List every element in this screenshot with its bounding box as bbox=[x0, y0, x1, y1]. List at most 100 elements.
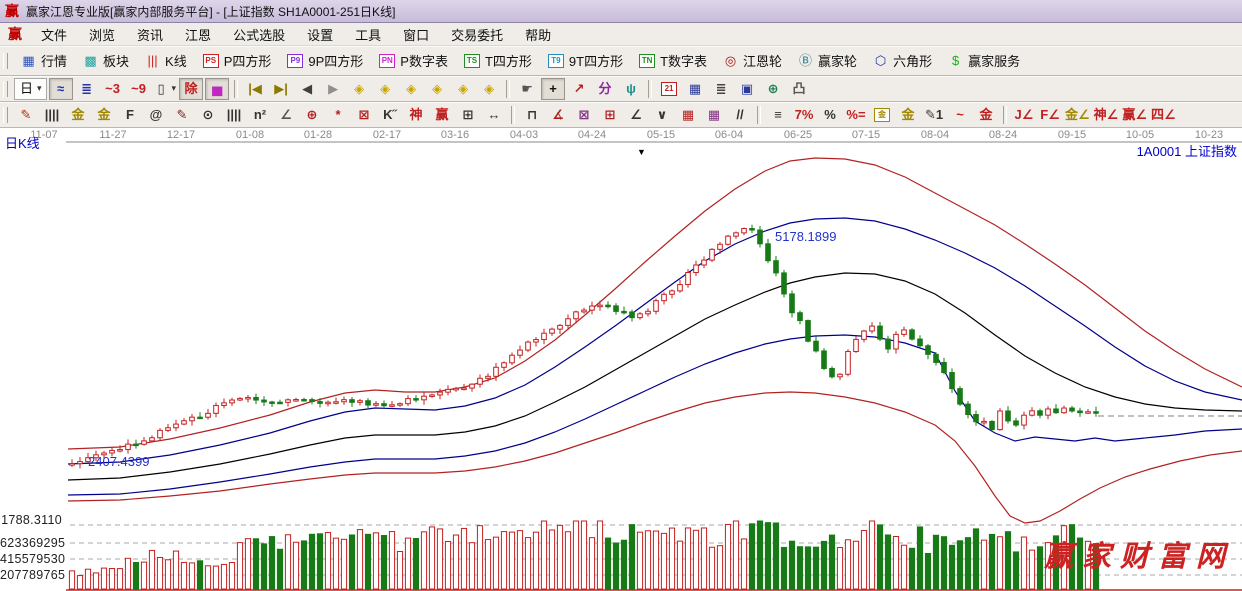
navtool-wave-3[interactable]: ~3 bbox=[101, 78, 125, 100]
navtool-color-bars[interactable]: ▅ bbox=[205, 78, 229, 100]
navtool-fen-tool[interactable]: 分 bbox=[593, 78, 617, 100]
navtool-candle-type[interactable]: ▯ ▾ bbox=[153, 78, 178, 100]
navtool-info-panel[interactable]: ≣ bbox=[75, 78, 99, 100]
navtool-analysis-tool[interactable]: ψ bbox=[619, 78, 643, 100]
drawtool-v-wave[interactable]: ∨ bbox=[650, 104, 674, 126]
drawtool-golden-lines[interactable]: 金 bbox=[896, 104, 920, 126]
drawtool-icon: ∨ bbox=[655, 107, 670, 122]
drawtool-red-grid[interactable]: ▦ bbox=[676, 104, 700, 126]
toolbar-sectors[interactable]: ▩ 板块 bbox=[75, 48, 137, 73]
navtool-segment-tool[interactable]: ↗ bbox=[567, 78, 591, 100]
toolbar-winner-wheel[interactable]: Ⓑ 赢家轮 bbox=[790, 48, 865, 73]
toolbar-hexagon[interactable]: ⬡ 六角形 bbox=[865, 48, 940, 73]
toolbar-p-square[interactable]: PS P四方形 bbox=[195, 48, 280, 73]
navtool-zoom-out[interactable]: ◈ bbox=[451, 78, 475, 100]
chart-canvas[interactable]: 11-0711-2712-1701-0801-2802-1703-1604-03… bbox=[0, 128, 1242, 591]
drawtool-ruler-grid[interactable]: ⊞ bbox=[456, 104, 480, 126]
menu-item-news[interactable]: 资讯 bbox=[126, 23, 174, 46]
drawtool-draw-pen[interactable]: ✎ bbox=[14, 104, 38, 126]
navtool-zigzag-view[interactable]: ≈ bbox=[49, 78, 73, 100]
drawtool-percent-line[interactable]: %= bbox=[844, 104, 868, 126]
drawtool-shen-angle[interactable]: 神∠ bbox=[1093, 104, 1120, 126]
drawtool-price-lines[interactable]: |||| bbox=[222, 104, 246, 126]
navtool-pan-left[interactable]: ◈ bbox=[347, 78, 371, 100]
drawtool-percent[interactable]: % bbox=[818, 104, 842, 126]
drawtool-time-cycle[interactable]: ⊙ bbox=[196, 104, 220, 126]
navtool-calendar[interactable]: 21 bbox=[657, 78, 681, 100]
drawtool-f-angle[interactable]: F∠ bbox=[1038, 104, 1062, 126]
menu-item-browse[interactable]: 浏览 bbox=[78, 23, 126, 46]
navtool-web-page[interactable]: ⊕ bbox=[761, 78, 785, 100]
drawtool-measure-width[interactable]: ↔ bbox=[482, 104, 506, 126]
drawtool-frame-tool[interactable]: ⊓ bbox=[520, 104, 544, 126]
drawtool-golden-grid-1[interactable]: 金 bbox=[66, 104, 90, 126]
drawtool-angle-lines[interactable]: ∠ bbox=[624, 104, 648, 126]
toolbar-quotes[interactable]: ▦ 行情 bbox=[13, 48, 75, 73]
toolbar-t-number-table[interactable]: TN T数字表 bbox=[631, 48, 715, 73]
drawtool-parallel-slant[interactable]: // bbox=[728, 104, 752, 126]
navtool-first-page[interactable]: |◀ bbox=[243, 78, 267, 100]
drawtool-ray-fan[interactable]: ∡ bbox=[546, 104, 570, 126]
drawtool-star-rays[interactable]: * bbox=[326, 104, 350, 126]
navtool-calculator[interactable]: ▦ bbox=[683, 78, 707, 100]
navtool-hand-tool[interactable]: ☛ bbox=[515, 78, 539, 100]
drawtool-j-angle[interactable]: J∠ bbox=[1012, 104, 1036, 126]
drawtool-pen-grid[interactable]: ✎ bbox=[170, 104, 194, 126]
drawtool-shen-grid[interactable]: 神 bbox=[404, 104, 428, 126]
navtool-zoom-all[interactable]: ◈ bbox=[477, 78, 501, 100]
drawtool-k-angle[interactable]: K˝ bbox=[378, 104, 402, 126]
menu-item-file[interactable]: 文件 bbox=[30, 23, 78, 46]
drawtool-pen-one[interactable]: ✎1 bbox=[922, 104, 946, 126]
drawtool-circle-cross[interactable]: ⊕ bbox=[300, 104, 324, 126]
drawtool-box-fan[interactable]: ⊠ bbox=[572, 104, 596, 126]
drawtool-icon: ∡ bbox=[551, 107, 566, 122]
navtool-next-bar[interactable]: ▶ bbox=[321, 78, 345, 100]
drawtool-ying-angle[interactable]: 赢∠ bbox=[1121, 104, 1148, 126]
drawtool-square-of-nine[interactable]: n² bbox=[248, 104, 272, 126]
drawtool-ying-grid[interactable]: 赢 bbox=[430, 104, 454, 126]
toolbar-t-square[interactable]: TS T四方形 bbox=[456, 48, 540, 73]
drawtool-wave-band[interactable]: ~ bbox=[948, 104, 972, 126]
toolbar-winner-service[interactable]: $ 赢家服务 bbox=[940, 48, 1028, 73]
drawtool-golden-circle[interactable]: 金 bbox=[870, 104, 894, 126]
toolbar-item-label: 赢家轮 bbox=[818, 51, 857, 70]
drawtool-golden-grid-2[interactable]: 金 bbox=[92, 104, 116, 126]
navtool-wave-9[interactable]: ~9 bbox=[127, 78, 151, 100]
drawtool-spiral[interactable]: @ bbox=[144, 104, 168, 126]
drawtool-si-angle[interactable]: 四∠ bbox=[1150, 104, 1177, 126]
menu-item-formula-stock-pick[interactable]: 公式选股 bbox=[222, 23, 296, 46]
drawtool-gann-fan[interactable]: ∠ bbox=[274, 104, 298, 126]
menu-item-gann[interactable]: 江恩 bbox=[174, 23, 222, 46]
toolbar-gann-wheel[interactable]: ◎ 江恩轮 bbox=[715, 48, 790, 73]
navtool-ex-rights[interactable]: 除 bbox=[179, 78, 203, 100]
navtool-print[interactable]: 凸 bbox=[787, 78, 811, 100]
drawtool-f-grid[interactable]: F bbox=[118, 104, 142, 126]
drawtool-seven-percent[interactable]: 7% bbox=[792, 104, 816, 126]
kline-chart-svg[interactable] bbox=[0, 128, 1242, 591]
toolbar-p-number-table[interactable]: PN P数字表 bbox=[371, 48, 456, 73]
navtool-save[interactable]: ▣ bbox=[735, 78, 759, 100]
drawtool-grid-arrow[interactable]: ▦ bbox=[702, 104, 726, 126]
menu-item-settings[interactable]: 设置 bbox=[296, 23, 344, 46]
drawtool-box-rays[interactable]: ⊞ bbox=[598, 104, 622, 126]
menu-item-tools[interactable]: 工具 bbox=[344, 23, 392, 46]
menu-item-window[interactable]: 窗口 bbox=[392, 23, 440, 46]
navtool-shrink-x[interactable]: ◈ bbox=[425, 78, 449, 100]
navtool-notes[interactable]: ≣ bbox=[709, 78, 733, 100]
navtool-crosshair-tool[interactable]: + bbox=[541, 78, 565, 100]
drawtool-gold-angle[interactable]: 金∠ bbox=[1064, 104, 1091, 126]
toolbar-9t-square[interactable]: T9 9T四方形 bbox=[540, 48, 631, 73]
drawtool-scale-ruler[interactable]: ≡ bbox=[766, 104, 790, 126]
navtool-period-day[interactable]: 日 ▾ bbox=[14, 78, 47, 100]
toolbar-9p-square[interactable]: P9 9P四方形 bbox=[279, 48, 371, 73]
navtool-prev-bar[interactable]: ◀ bbox=[295, 78, 319, 100]
navtool-expand-x[interactable]: ◈ bbox=[399, 78, 423, 100]
toolbar-kline[interactable]: ||| K线 bbox=[137, 48, 195, 73]
drawtool-vertical-lines[interactable]: |||| bbox=[40, 104, 64, 126]
menu-item-trade-entrust[interactable]: 交易委托 bbox=[440, 23, 514, 46]
menu-item-help[interactable]: 帮助 bbox=[514, 23, 562, 46]
navtool-pan-right[interactable]: ◈ bbox=[373, 78, 397, 100]
drawtool-grid-cross-box[interactable]: ⊠ bbox=[352, 104, 376, 126]
drawtool-golden-line[interactable]: 金 bbox=[974, 104, 998, 126]
navtool-last-page[interactable]: ▶| bbox=[269, 78, 293, 100]
